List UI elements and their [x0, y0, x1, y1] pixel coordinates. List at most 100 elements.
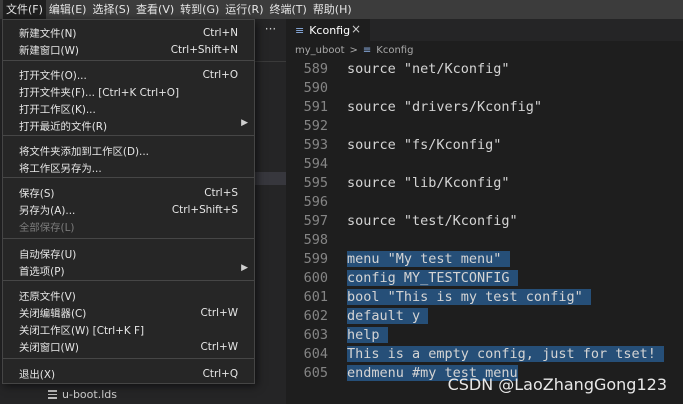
file-lines-icon: ≡ — [295, 23, 305, 37]
explorer-file-item[interactable]: u-boot.lds — [48, 386, 117, 402]
code-line[interactable]: 592 — [286, 117, 683, 136]
line-number: 600 — [303, 270, 328, 286]
more-actions-button[interactable]: ··· — [255, 19, 286, 41]
code-text: source "drivers/Kconfig" — [347, 98, 542, 117]
code-text: bool "This is my test config" — [347, 288, 591, 307]
menu-item-label: 打开最近的文件(R) — [19, 121, 108, 133]
menu-item-shortcut: Ctrl+Shift+N — [170, 43, 238, 56]
code-line[interactable]: 603 help — [286, 326, 683, 345]
line-number: 598 — [303, 232, 328, 248]
line-number: 593 — [303, 137, 328, 153]
code-line[interactable]: 596 — [286, 193, 683, 212]
close-icon[interactable]: × — [351, 22, 361, 36]
file-menu-item[interactable]: 打开工作区(K)... — [3, 100, 254, 117]
editor-tab-bar: ≡ Kconfig × — [286, 19, 683, 41]
line-number: 592 — [303, 118, 328, 134]
menu-edit[interactable]: 编辑(E) — [46, 0, 90, 19]
selected-code-text: help — [347, 327, 388, 343]
code-text: help — [347, 326, 388, 345]
file-menu-item[interactable]: 关闭工作区(W) [Ctrl+K F] — [3, 321, 254, 338]
file-menu-item[interactable]: 另存为(A)... Ctrl+Shift+S — [3, 201, 254, 218]
file-menu-item[interactable]: 将工作区另存为... — [3, 159, 254, 176]
file-menu-item[interactable]: 打开最近的文件(R) ▶ — [3, 117, 254, 134]
tab-kconfig[interactable]: ≡ Kconfig × — [286, 19, 370, 41]
file-menu-item[interactable]: 自动保存(U) — [3, 245, 254, 262]
file-menu-item[interactable]: 打开文件(O)... Ctrl+O — [3, 66, 254, 83]
code-text: source "net/Kconfig" — [347, 60, 510, 79]
file-menu-item[interactable]: 新建文件(N) Ctrl+N — [3, 24, 254, 41]
menu-item-shortcut: Ctrl+W — [200, 340, 238, 353]
menu-item-label: 打开文件(O)... — [19, 70, 87, 82]
file-menu-item[interactable]: 关闭编辑器(C) Ctrl+W — [3, 304, 254, 321]
sidebar-divider — [255, 61, 286, 62]
menu-item-shortcut: Ctrl+Shift+S — [171, 203, 238, 216]
code-text: default y — [347, 307, 429, 326]
file-menu-item[interactable]: 退出(X) Ctrl+Q — [3, 365, 254, 382]
line-number: 601 — [303, 289, 328, 305]
code-line[interactable]: 589 source "net/Kconfig" — [286, 60, 683, 79]
menu-go[interactable]: 转到(G) — [177, 0, 222, 19]
code-text: config MY_TESTCONFIG — [347, 269, 518, 288]
sidebar-selected-row[interactable] — [255, 172, 286, 185]
line-number: 596 — [303, 194, 328, 210]
code-text-content: source "test/Kconfig" — [347, 213, 518, 229]
file-menu-item[interactable]: 保存(S) Ctrl+S — [3, 184, 254, 201]
menu-terminal[interactable]: 终端(T) — [267, 0, 310, 19]
menu-help[interactable]: 帮助(H) — [310, 0, 355, 19]
menu-item-label: 另存为(A)... — [19, 205, 76, 217]
code-line[interactable]: 600 config MY_TESTCONFIG — [286, 269, 683, 288]
chevron-right-icon: ▶ — [241, 263, 248, 273]
code-line[interactable]: 597 source "test/Kconfig" — [286, 212, 683, 231]
code-editor[interactable]: 589 source "net/Kconfig" 590 591 source "dri… — [286, 60, 683, 404]
menu-item-label: 关闭窗口(W) — [19, 342, 79, 354]
code-line[interactable]: 604 This is a empty config, just for tset… — [286, 345, 683, 364]
menu-item-label: 关闭编辑器(C) — [19, 308, 87, 320]
menu-item-shortcut: Ctrl+O — [202, 68, 238, 81]
code-line[interactable]: 593 source "fs/Kconfig" — [286, 136, 683, 155]
code-text: menu "My test menu" — [347, 250, 510, 269]
file-menu-item[interactable]: 还原文件(V) — [3, 287, 254, 304]
line-number: 602 — [303, 308, 328, 324]
menu-item-shortcut: Ctrl+W — [200, 306, 238, 319]
menu-item-label: 自动保存(U) — [19, 249, 77, 261]
menu-item-shortcut: Ctrl+S — [204, 186, 238, 199]
file-menu-item[interactable]: 新建窗口(W) Ctrl+Shift+N — [3, 41, 254, 58]
file-menu-item[interactable]: 打开文件夹(F)... [Ctrl+K Ctrl+O] — [3, 83, 254, 100]
code-line[interactable]: 594 — [286, 155, 683, 174]
code-line[interactable]: 601 bool "This is my test config" — [286, 288, 683, 307]
file-menu-item[interactable]: 首选项(P) ▶ — [3, 262, 254, 279]
line-number: 599 — [303, 251, 328, 267]
file-menu-item[interactable]: 将文件夹添加到工作区(D)... — [3, 142, 254, 159]
line-number: 605 — [303, 365, 328, 381]
menu-item-label: 打开工作区(K)... — [19, 104, 96, 116]
breadcrumb-file[interactable]: Kconfig — [376, 45, 413, 56]
watermark-text: CSDN @LaoZhangGong123 — [447, 375, 667, 394]
menu-selection[interactable]: 选择(S) — [89, 0, 133, 19]
code-line[interactable]: 591 source "drivers/Kconfig" — [286, 98, 683, 117]
menu-file[interactable]: 文件(F) — [3, 0, 46, 19]
menu-item-label: 打开文件夹(F)... [Ctrl+K Ctrl+O] — [19, 87, 180, 99]
line-number: 597 — [303, 213, 328, 229]
file-lines-icon: ≡ — [362, 45, 372, 56]
breadcrumb: my_uboot > ≡ Kconfig — [286, 41, 683, 60]
selected-code-text: config MY_TESTCONFIG — [347, 270, 518, 286]
explorer-file-label: u-boot.lds — [62, 387, 117, 401]
breadcrumb-folder[interactable]: my_uboot — [295, 45, 345, 56]
chevron-right-icon: ▶ — [241, 118, 248, 128]
menu-separator — [3, 358, 254, 359]
menu-view[interactable]: 查看(V) — [133, 0, 177, 19]
file-menu-dropdown: 新建文件(N) Ctrl+N 新建窗口(W) Ctrl+Shift+N 打开文件(O).… — [2, 19, 255, 384]
menu-separator — [3, 177, 254, 178]
menu-separator — [3, 238, 254, 239]
code-line[interactable]: 595 source "lib/Kconfig" — [286, 174, 683, 193]
code-line[interactable]: 602 default y — [286, 307, 683, 326]
selected-code-text: bool "This is my test config" — [347, 289, 591, 305]
file-menu-item[interactable]: 关闭窗口(W) Ctrl+W — [3, 338, 254, 355]
code-line[interactable]: 598 — [286, 231, 683, 250]
menu-item-label: 退出(X) — [19, 369, 56, 381]
code-line[interactable]: 599 menu "My test menu" — [286, 250, 683, 269]
menu-run[interactable]: 运行(R) — [222, 0, 266, 19]
selected-code-text: default y — [347, 308, 429, 324]
code-line[interactable]: 590 — [286, 79, 683, 98]
code-text: source "lib/Kconfig" — [347, 174, 510, 193]
